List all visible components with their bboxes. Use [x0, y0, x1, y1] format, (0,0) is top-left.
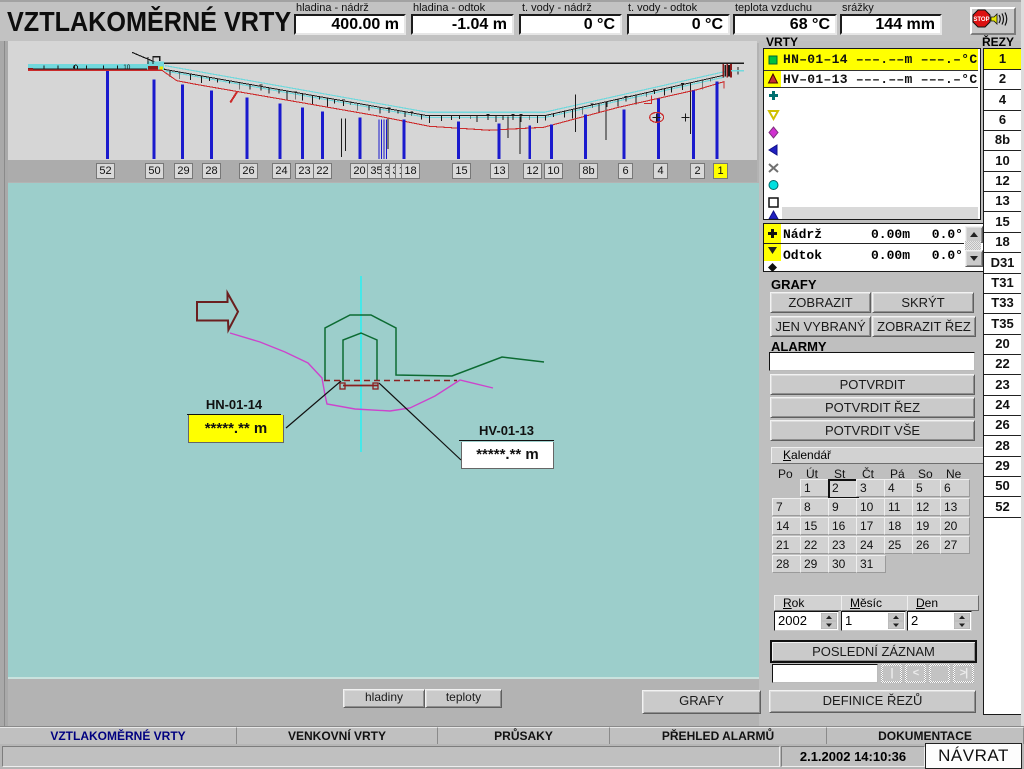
svg-text:STOP: STOP — [973, 17, 989, 23]
